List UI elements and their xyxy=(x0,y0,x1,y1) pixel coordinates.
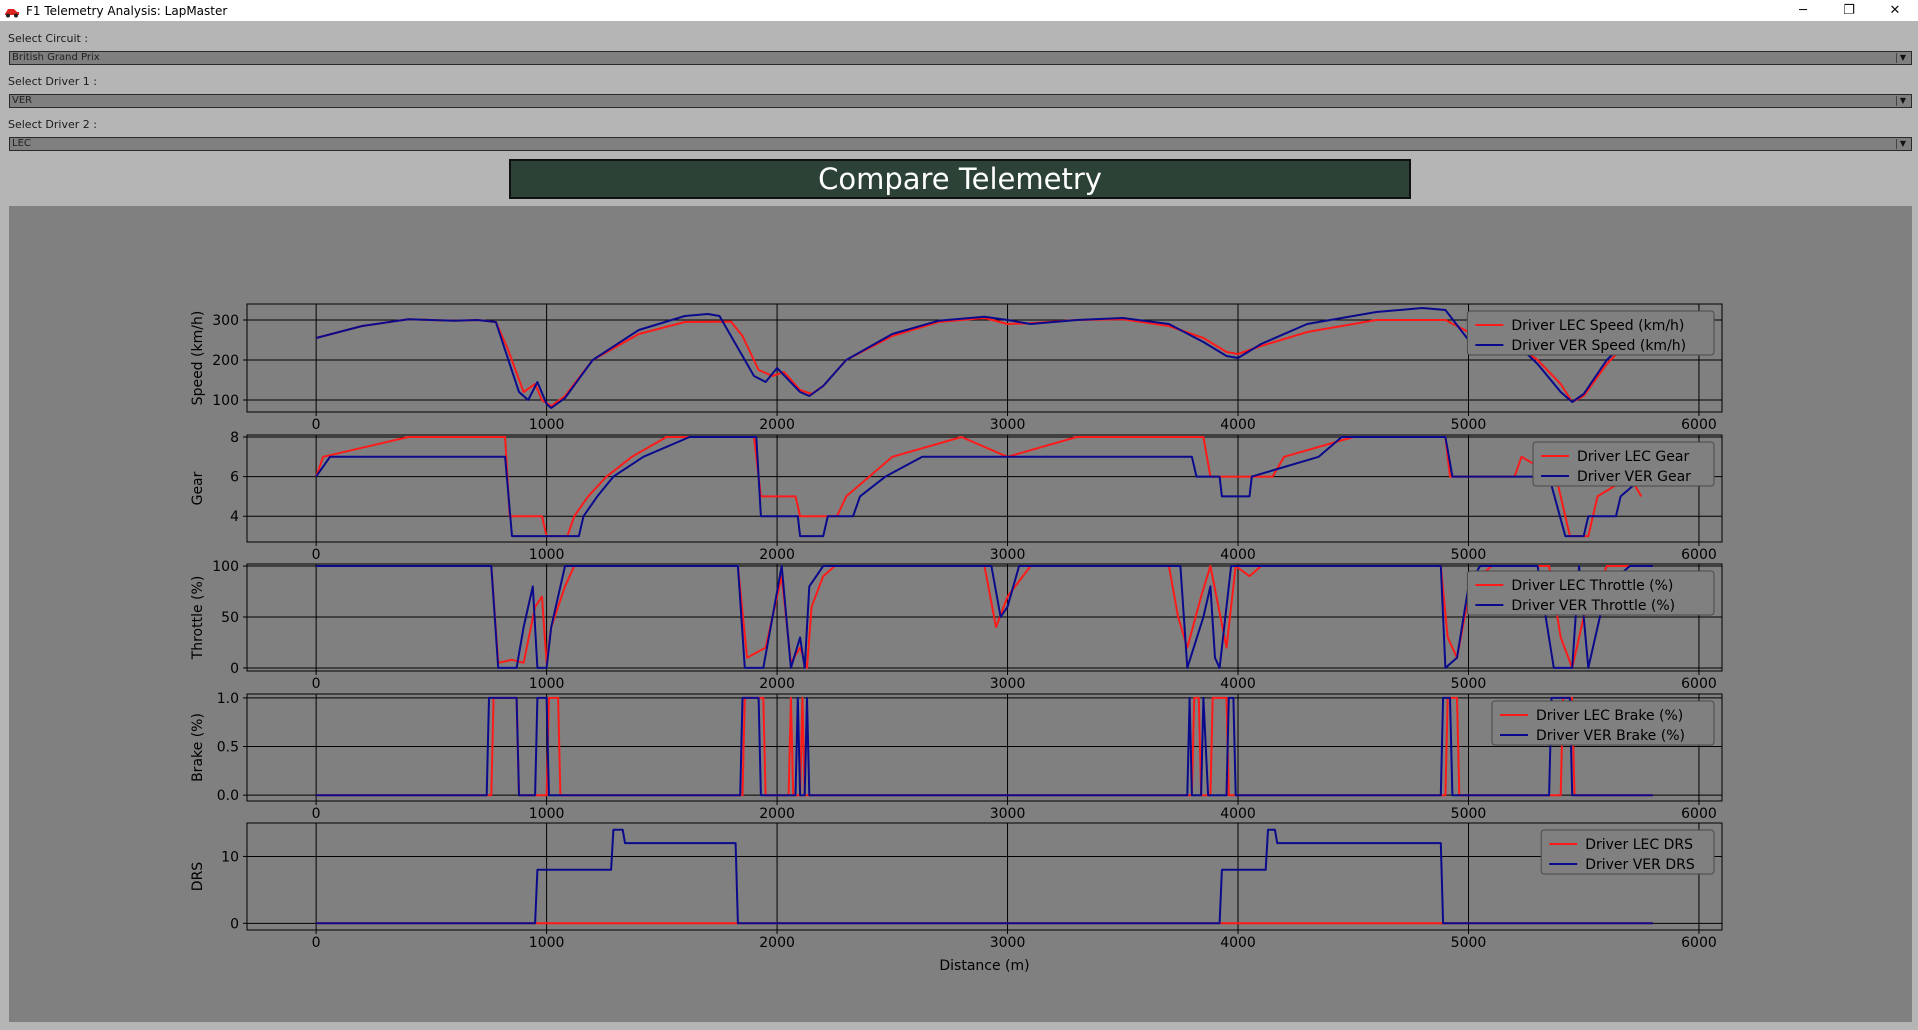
x-tick-label: 2000 xyxy=(759,935,795,951)
window-title: F1 Telemetry Analysis: LapMaster xyxy=(26,3,228,18)
x-tick-label: 3000 xyxy=(990,417,1026,433)
x-tick-label: 0 xyxy=(312,547,321,563)
x-tick-label: 6000 xyxy=(1681,547,1717,563)
x-tick-label: 5000 xyxy=(1451,935,1487,951)
plot-panel: 0 1000 2000 3000 4000 5000 6000 100 200 300 Speed … xyxy=(9,206,1912,1022)
x-tick-label: 0 xyxy=(312,935,321,951)
close-button[interactable]: ✕ xyxy=(1872,0,1918,21)
x-tick-label: 6000 xyxy=(1681,676,1717,692)
x-tick-label: 6000 xyxy=(1681,417,1717,433)
x-tick-label: 6000 xyxy=(1681,806,1717,822)
y-axis-label: Brake (%) xyxy=(190,713,206,782)
y-axis-label: Gear xyxy=(190,471,206,505)
y-tick-label: 10 xyxy=(221,849,239,865)
y-axis-label: Throttle (%) xyxy=(190,576,206,661)
circuit-select[interactable]: British Grand Prix ▼ xyxy=(9,51,1912,65)
compare-telemetry-button[interactable]: Compare Telemetry xyxy=(509,159,1411,199)
y-tick-label: 200 xyxy=(212,353,239,369)
x-tick-label: 4000 xyxy=(1220,935,1256,951)
x-tick-label: 3000 xyxy=(990,547,1026,563)
maximize-button[interactable]: ❐ xyxy=(1826,0,1872,21)
y-tick-label: 0.5 xyxy=(217,740,239,756)
x-tick-label: 0 xyxy=(312,417,321,433)
y-tick-label: 8 xyxy=(230,430,239,446)
legend-label: Driver LEC Gear xyxy=(1577,449,1689,465)
y-tick-label: 0.0 xyxy=(217,788,239,804)
legend-label: Driver LEC DRS xyxy=(1585,837,1693,853)
x-tick-label: 6000 xyxy=(1681,935,1717,951)
y-axis-label: Speed (km/h) xyxy=(190,311,206,406)
window-controls: ─ ❐ ✕ xyxy=(1780,0,1918,21)
x-tick-label: 0 xyxy=(312,676,321,692)
y-tick-label: 0 xyxy=(230,916,239,932)
y-tick-label: 50 xyxy=(221,610,239,626)
chevron-down-icon[interactable]: ▼ xyxy=(1896,139,1909,149)
y-tick-label: 100 xyxy=(212,559,239,575)
driver1-label: Select Driver 1 : xyxy=(8,75,97,88)
y-tick-label: 1.0 xyxy=(217,691,239,707)
legend-label: Driver VER Throttle (%) xyxy=(1511,598,1675,614)
x-tick-label: 0 xyxy=(312,806,321,822)
y-tick-label: 0 xyxy=(230,661,239,677)
x-tick-label: 4000 xyxy=(1220,806,1256,822)
x-tick-label: 2000 xyxy=(759,676,795,692)
x-tick-label: 2000 xyxy=(759,547,795,563)
telemetry-charts: 0 1000 2000 3000 4000 5000 6000100200300Speed … xyxy=(190,303,1723,974)
legend-label: Driver LEC Speed (km/h) xyxy=(1511,318,1684,334)
x-tick-label: 1000 xyxy=(529,935,565,951)
legend-label: Driver VER DRS xyxy=(1585,857,1695,873)
y-tick-label: 100 xyxy=(212,393,239,409)
x-tick-label: 3000 xyxy=(990,935,1026,951)
driver2-select[interactable]: LEC ▼ xyxy=(9,137,1912,151)
chart-0: 0 1000 2000 3000 4000 5000 6000 100 200 300 Speed … xyxy=(190,303,1723,433)
driver2-label: Select Driver 2 : xyxy=(8,118,97,131)
y-axis-label: DRS xyxy=(190,862,206,892)
x-tick-label: 2000 xyxy=(759,417,795,433)
chart-1: 0 1000 2000 3000 4000 5000 6000 4 6 8 Gear Driver L… xyxy=(190,430,1723,563)
legend-label: Driver LEC Brake (%) xyxy=(1536,708,1683,724)
x-tick-label: 1000 xyxy=(529,806,565,822)
y-tick-label: 300 xyxy=(212,313,239,329)
minimize-button[interactable]: ─ xyxy=(1780,0,1826,21)
x-tick-label: 2000 xyxy=(759,806,795,822)
x-tick-label: 1000 xyxy=(529,676,565,692)
x-tick-label: 4000 xyxy=(1220,676,1256,692)
app-icon xyxy=(5,8,19,17)
legend-label: Driver VER Gear xyxy=(1577,469,1691,485)
chevron-down-icon[interactable]: ▼ xyxy=(1896,96,1909,106)
x-tick-label: 1000 xyxy=(529,547,565,563)
x-tick-label: 4000 xyxy=(1220,547,1256,563)
driver1-select-value: VER xyxy=(12,95,33,106)
driver2-select-value: LEC xyxy=(12,138,31,149)
chart-2: 0 1000 2000 3000 4000 5000 6000 0 50 100 Throttle … xyxy=(190,559,1723,692)
x-tick-label: 5000 xyxy=(1451,806,1487,822)
x-tick-label: 3000 xyxy=(990,676,1026,692)
window-titlebar: F1 Telemetry Analysis: LapMaster ─ ❐ ✕ xyxy=(0,0,1918,21)
x-tick-label: 5000 xyxy=(1451,676,1487,692)
x-tick-label: 5000 xyxy=(1451,547,1487,563)
y-tick-label: 4 xyxy=(230,509,239,525)
legend-label: Driver VER Speed (km/h) xyxy=(1511,338,1686,354)
x-tick-label: 4000 xyxy=(1220,417,1256,433)
x-tick-label: 1000 xyxy=(529,417,565,433)
legend-label: Driver VER Brake (%) xyxy=(1536,728,1685,744)
x-axis-label: Distance (m) xyxy=(939,958,1029,974)
driver1-select[interactable]: VER ▼ xyxy=(9,94,1912,108)
chart-3: 0 1000 2000 3000 4000 5000 6000 0.0 0.5 1.0 Brake … xyxy=(190,691,1723,822)
plot-area xyxy=(246,434,1723,543)
x-tick-label: 3000 xyxy=(990,806,1026,822)
legend-label: Driver LEC Throttle (%) xyxy=(1511,578,1673,594)
circuit-label: Select Circuit : xyxy=(8,32,89,45)
y-tick-label: 6 xyxy=(230,470,239,486)
plot-area xyxy=(246,822,1723,931)
chart-4: 0 1000 2000 3000 4000 5000 6000 0 10 DRS Distance … xyxy=(190,822,1723,974)
chevron-down-icon[interactable]: ▼ xyxy=(1896,53,1909,63)
x-tick-label: 5000 xyxy=(1451,417,1487,433)
circuit-select-value: British Grand Prix xyxy=(12,52,100,63)
